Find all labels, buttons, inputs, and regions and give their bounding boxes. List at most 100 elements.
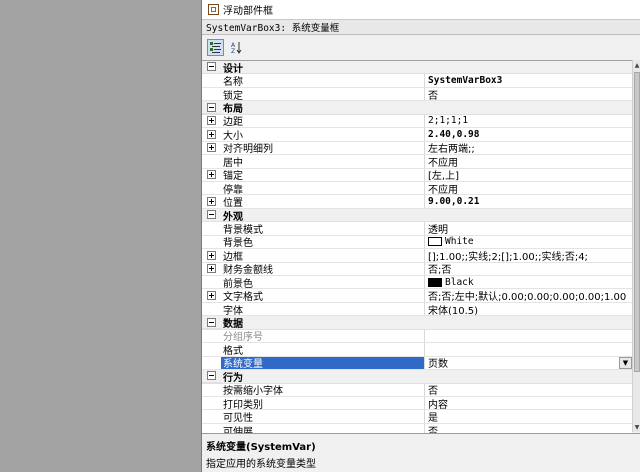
category-row[interactable]: 设计 bbox=[202, 61, 632, 75]
property-row[interactable]: 锚定 [左,上] bbox=[202, 168, 632, 182]
property-value[interactable]: 不应用 bbox=[425, 155, 632, 168]
property-value[interactable]: SystemVarBox3 bbox=[425, 74, 632, 86]
category-row[interactable]: 外观 bbox=[202, 208, 632, 223]
property-row[interactable]: 背景色 White bbox=[202, 235, 632, 250]
svg-text:Z: Z bbox=[231, 48, 235, 54]
property-value[interactable]: 2;1;1;1 bbox=[425, 115, 632, 127]
collapse-icon[interactable] bbox=[207, 210, 216, 220]
property-value[interactable]: 否 bbox=[425, 384, 632, 396]
property-row[interactable]: 停靠 不应用 bbox=[202, 181, 632, 196]
property-row[interactable]: 前景色 Black bbox=[202, 276, 632, 290]
scrollbar-thumb[interactable] bbox=[634, 72, 640, 372]
property-value[interactable]: [左,上] bbox=[425, 169, 632, 181]
property-row[interactable]: 大小 2.40,0.98 bbox=[202, 128, 632, 142]
expand-icon[interactable] bbox=[207, 170, 216, 180]
property-value[interactable]: 宋体(10.5) bbox=[425, 303, 632, 316]
row-gutter bbox=[202, 289, 221, 301]
property-row[interactable]: 分组序号 bbox=[202, 329, 632, 344]
category-row[interactable]: 布局 bbox=[202, 101, 632, 115]
property-row[interactable]: 名称 SystemVarBox3 bbox=[202, 74, 632, 88]
property-name: 停靠 bbox=[221, 181, 425, 195]
row-gutter bbox=[202, 410, 221, 422]
property-row[interactable]: 系统变量 页数 ▼ bbox=[202, 356, 632, 371]
collapse-icon[interactable] bbox=[207, 102, 216, 112]
property-row[interactable]: 打印类别 内容 bbox=[202, 396, 632, 411]
expand-icon[interactable] bbox=[207, 264, 216, 274]
property-value[interactable]: Black bbox=[425, 276, 632, 288]
property-value-text: 页数 bbox=[428, 359, 448, 370]
property-name: 可见性 bbox=[221, 410, 425, 423]
scroll-up-icon[interactable]: ▲ bbox=[633, 60, 640, 70]
property-row[interactable]: 居中 不应用 bbox=[202, 155, 632, 169]
property-value[interactable]: 左右两端;; bbox=[425, 142, 632, 154]
property-row[interactable]: 背景模式 透明 bbox=[202, 222, 632, 236]
row-gutter bbox=[202, 115, 221, 127]
property-row[interactable]: 可伸展否 bbox=[202, 423, 632, 433]
row-gutter bbox=[202, 249, 221, 261]
object-selector[interactable]: SystemVarBox3: 系统变量框 bbox=[202, 20, 640, 35]
scroll-down-icon[interactable]: ▼ bbox=[633, 422, 640, 432]
tree-item[interactable]: 浮动部件框 bbox=[208, 2, 273, 17]
collapse-icon[interactable] bbox=[207, 371, 216, 381]
property-row[interactable]: 按需缩小字体否 bbox=[202, 383, 632, 397]
property-row[interactable]: 对齐明细列 左右两端;; bbox=[202, 141, 632, 156]
object-selector-label: SystemVarBox3: 系统变量框 bbox=[206, 23, 340, 34]
property-name: 居中 bbox=[221, 155, 425, 168]
property-row[interactable]: 格式 bbox=[202, 343, 632, 357]
alphabetical-button[interactable]: A Z bbox=[228, 39, 245, 56]
property-value[interactable]: 2.40,0.98 bbox=[425, 128, 632, 140]
property-row[interactable]: 锁定否 bbox=[202, 87, 632, 102]
property-value-text: 不应用 bbox=[428, 184, 458, 195]
collapse-icon[interactable] bbox=[207, 62, 216, 72]
chevron-down-icon[interactable]: ▼ bbox=[619, 356, 632, 369]
property-value-text: White bbox=[445, 236, 474, 248]
property-row[interactable]: 边距 2;1;1;1 bbox=[202, 114, 632, 129]
expand-icon[interactable] bbox=[207, 129, 216, 139]
expand-icon[interactable] bbox=[207, 291, 216, 301]
property-name: 锚定 bbox=[221, 168, 425, 181]
property-name: 边框 bbox=[221, 249, 425, 262]
property-value[interactable]: 9.00,0.21 bbox=[425, 195, 632, 207]
expand-icon[interactable] bbox=[207, 197, 216, 207]
property-value[interactable]: 否;否 bbox=[425, 263, 632, 275]
property-value[interactable]: [];1.00;;实线;2;[];1.00;;实线;否;4; bbox=[425, 249, 632, 262]
property-value[interactable]: 不应用 bbox=[425, 182, 632, 195]
property-row[interactable]: 可见性是 bbox=[202, 410, 632, 424]
property-row[interactable]: 位置 9.00,0.21 bbox=[202, 195, 632, 209]
property-value[interactable]: 内容 bbox=[425, 397, 632, 410]
row-gutter bbox=[202, 61, 221, 74]
property-row[interactable]: 财务金额线 否;否 bbox=[202, 262, 632, 276]
property-value[interactable]: 否 bbox=[425, 424, 632, 433]
property-value[interactable]: 透明 bbox=[425, 222, 632, 235]
grid-scrollbar[interactable]: ▲ ▼ bbox=[632, 60, 640, 432]
property-value-text: [];1.00;;实线;2;[];1.00;;实线;否;4; bbox=[428, 251, 588, 262]
property-panel: 浮动部件框 SystemVarBox3: 系统变量框 A Z 设计 名称 Syste… bbox=[201, 0, 640, 472]
property-value-text: 否;否;左中;默认;0.00;0.00;0.00;0.00;1.00 bbox=[428, 292, 627, 302]
property-value[interactable]: 否 bbox=[425, 88, 632, 101]
row-gutter bbox=[202, 155, 221, 167]
property-name: 位置 bbox=[221, 195, 425, 208]
property-row[interactable]: 文字格式 否;否;左中;默认;0.00;0.00;0.00;0.00;1.00 bbox=[202, 289, 632, 303]
property-row[interactable]: 边框 [];1.00;;实线;2;[];1.00;;实线;否;4; bbox=[202, 249, 632, 263]
property-row[interactable]: 字体 宋体(10.5) bbox=[202, 302, 632, 317]
property-value[interactable]: 否;否;左中;默认;0.00;0.00;0.00;0.00;1.00 bbox=[425, 289, 632, 302]
property-value[interactable] bbox=[425, 330, 632, 342]
property-value[interactable]: White bbox=[425, 236, 632, 248]
property-name: 打印类别 bbox=[221, 396, 425, 410]
property-name: 分组序号 bbox=[221, 329, 425, 343]
expand-icon[interactable] bbox=[207, 116, 216, 126]
description-text: 指定应用的系统变量类型 bbox=[206, 459, 316, 470]
category-row[interactable]: 数据 bbox=[202, 316, 632, 330]
property-value[interactable] bbox=[425, 343, 632, 355]
property-value[interactable]: 页数 ▼ bbox=[425, 356, 632, 370]
categorized-button[interactable] bbox=[207, 38, 224, 56]
expand-icon[interactable] bbox=[207, 143, 216, 153]
property-name: 背景色 bbox=[221, 235, 425, 249]
row-gutter bbox=[202, 357, 221, 369]
category-row[interactable]: 行为 bbox=[202, 370, 632, 384]
row-gutter bbox=[202, 169, 221, 181]
property-value[interactable]: 是 bbox=[425, 410, 632, 423]
category-label: 数据 bbox=[223, 319, 243, 329]
expand-icon[interactable] bbox=[207, 250, 216, 260]
collapse-icon[interactable] bbox=[207, 317, 216, 327]
